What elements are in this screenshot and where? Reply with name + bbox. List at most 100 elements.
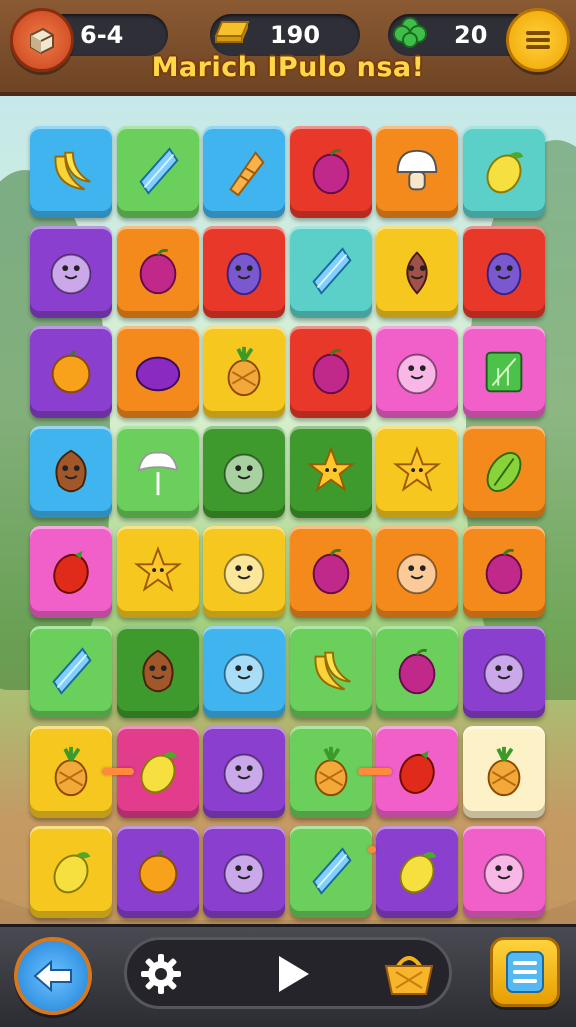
face-icon <box>223 853 265 895</box>
tile-cocoa[interactable] <box>30 426 112 518</box>
tile-plum[interactable] <box>289 126 372 218</box>
pineapple-icon <box>227 346 261 397</box>
lemon-icon <box>486 152 523 194</box>
tile-orange[interactable] <box>116 826 199 918</box>
menu-button[interactable] <box>490 937 560 1007</box>
top-hud: 6-4 190 20 Marich IPulo nsa! <box>0 0 576 96</box>
face-icon <box>396 553 438 595</box>
coins-value: 190 <box>269 21 321 49</box>
lemon-icon <box>399 852 437 894</box>
tile-pineapple[interactable] <box>203 326 285 418</box>
grape-icon <box>135 356 180 392</box>
banana-icon <box>54 151 91 191</box>
eggplant-icon <box>226 252 262 296</box>
tile-star[interactable] <box>376 426 458 518</box>
tile-orange[interactable] <box>30 326 112 418</box>
face-icon <box>483 653 524 695</box>
level-value: 6-4 <box>80 21 124 49</box>
star-icon <box>392 446 442 492</box>
pineapple-icon <box>314 746 347 797</box>
plum-icon <box>398 648 436 695</box>
pineapple-icon <box>54 746 88 797</box>
settings-button[interactable] <box>137 950 185 998</box>
crate-icon <box>30 27 54 55</box>
face-icon <box>483 853 524 895</box>
face-icon <box>50 253 92 295</box>
tomato-icon <box>399 750 435 794</box>
play-icon <box>279 956 309 992</box>
tile-carrot[interactable] <box>203 126 285 218</box>
crystal-icon <box>52 647 92 695</box>
tile-crystal[interactable] <box>30 626 112 718</box>
crystal-icon <box>138 147 178 195</box>
tile-leafcard[interactable] <box>462 326 545 418</box>
cocoa-icon <box>142 649 173 693</box>
tile-plum[interactable] <box>116 226 199 318</box>
level-title: Marich IPulo nsa! <box>151 52 425 83</box>
tile-pineapple[interactable] <box>462 726 545 818</box>
tile-face[interactable] <box>462 626 545 718</box>
tile-plum[interactable] <box>289 526 372 618</box>
tile-eggplant[interactable] <box>462 226 545 318</box>
tile-face[interactable] <box>30 226 112 318</box>
tile-face[interactable] <box>203 426 285 518</box>
orange-icon <box>51 349 91 394</box>
list-icon <box>506 951 544 993</box>
match-connector <box>368 846 376 853</box>
tile-face[interactable] <box>203 826 285 918</box>
tile-mushroom[interactable] <box>376 126 458 218</box>
pineapple-icon <box>487 746 520 797</box>
plum-icon <box>139 248 176 295</box>
cocoa-icon <box>55 449 87 493</box>
banana-icon <box>314 651 351 691</box>
lemon-icon <box>53 852 91 894</box>
leaves-value: 20 <box>454 21 488 49</box>
tile-flower[interactable] <box>116 426 199 518</box>
leaf-icon <box>486 452 521 492</box>
play-button[interactable] <box>269 950 317 998</box>
tile-star[interactable] <box>289 426 372 518</box>
match-connector <box>102 768 134 775</box>
carrot-icon <box>229 151 265 197</box>
tile-face[interactable] <box>462 826 545 918</box>
flower-icon <box>136 451 179 496</box>
tile-face[interactable] <box>376 526 458 618</box>
face-icon <box>223 653 265 695</box>
game-board <box>30 126 546 918</box>
tile-star[interactable] <box>116 526 199 618</box>
tile-cocoa[interactable] <box>116 626 199 718</box>
tile-crystal[interactable] <box>116 126 199 218</box>
tile-lemon[interactable] <box>462 126 545 218</box>
tile-plum[interactable] <box>376 626 458 718</box>
crystal-icon <box>311 247 351 295</box>
leafcard-icon <box>485 351 522 393</box>
star-icon <box>306 446 355 492</box>
tile-lemon[interactable] <box>376 826 458 918</box>
shop-button[interactable] <box>381 950 437 998</box>
tile-face[interactable] <box>203 726 285 818</box>
hamburger-icon <box>526 31 550 49</box>
tile-face[interactable] <box>203 526 285 618</box>
tile-leaf[interactable] <box>462 426 545 518</box>
tile-eggplant[interactable] <box>203 226 285 318</box>
tile-tomato[interactable] <box>30 526 112 618</box>
tile-banana[interactable] <box>30 126 112 218</box>
tile-face[interactable] <box>376 326 458 418</box>
orange-icon <box>138 849 177 894</box>
tile-lemon[interactable] <box>30 826 112 918</box>
tile-plum[interactable] <box>462 526 545 618</box>
tile-grape[interactable] <box>116 326 199 418</box>
plum-icon <box>312 548 349 595</box>
tile-face[interactable] <box>203 626 285 718</box>
control-panel <box>124 937 452 1009</box>
arrow-left-icon <box>33 960 72 992</box>
tile-crystal[interactable] <box>289 826 372 918</box>
tile-banana[interactable] <box>289 626 372 718</box>
face-icon <box>396 353 438 395</box>
tile-crystal[interactable] <box>289 226 372 318</box>
tile-pineapple[interactable] <box>30 726 112 818</box>
tile-plum[interactable] <box>289 326 372 418</box>
plum-icon <box>312 348 349 395</box>
tile-onion[interactable] <box>376 226 458 318</box>
back-button[interactable] <box>14 937 92 1015</box>
